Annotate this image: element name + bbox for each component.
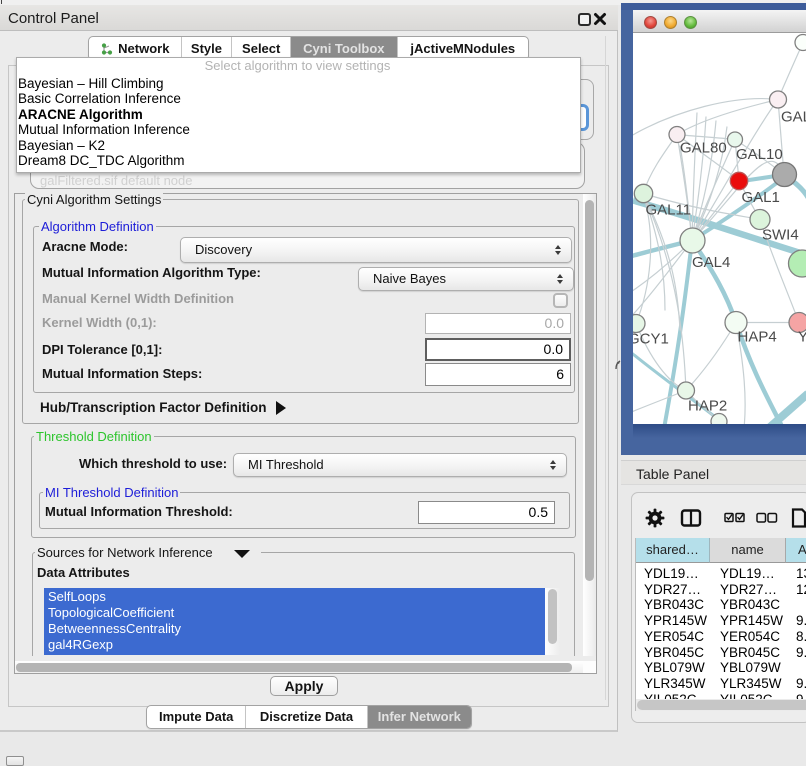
svg-text:HAP2: HAP2 [688,397,727,414]
svg-text:HAP4: HAP4 [738,328,777,345]
svg-text:YJ: YJ [798,328,806,345]
svg-text:GCY1: GCY1 [633,330,669,347]
svg-text:GAL10: GAL10 [736,146,783,163]
svg-text:GAL4: GAL4 [692,254,730,271]
svg-text:GAL1: GAL1 [742,189,780,206]
svg-text:GAL11: GAL11 [646,201,692,218]
svg-text:GAL80: GAL80 [680,139,727,156]
svg-text:SWI4: SWI4 [762,226,799,243]
svg-text:GAL7: GAL7 [781,108,806,125]
